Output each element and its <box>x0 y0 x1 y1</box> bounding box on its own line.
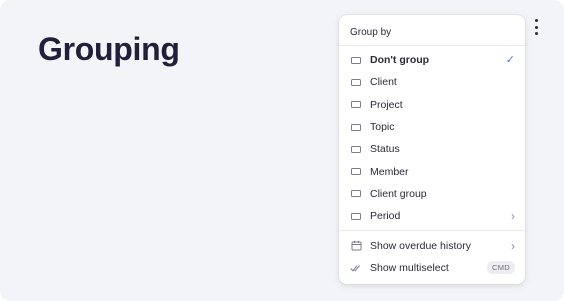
rectangle-icon <box>350 166 362 178</box>
menu-item-label: Project <box>370 98 403 111</box>
page-title: Grouping <box>38 31 180 67</box>
rectangle-icon <box>350 121 362 133</box>
rectangle-icon <box>350 143 362 155</box>
rectangle-icon <box>350 99 362 111</box>
group-by-dropdown-menu: Group by Don't group ✓ Client Project To… <box>339 15 525 284</box>
menu-item-status[interactable]: Status <box>339 138 525 160</box>
menu-header: Group by <box>339 15 525 46</box>
menu-item-label: Client group <box>370 187 427 200</box>
menu-item-client[interactable]: Client <box>339 71 525 93</box>
menu-item-label: Status <box>370 143 400 156</box>
menu-item-member[interactable]: Member <box>339 160 525 182</box>
menu-divider <box>339 230 525 232</box>
checkmark-icon: ✓ <box>505 53 515 66</box>
menu-item-topic[interactable]: Topic <box>339 116 525 138</box>
menu-item-show-multiselect[interactable]: Show multiselect CMD <box>339 257 525 279</box>
menu-item-show-overdue-history[interactable]: Show overdue history › <box>339 234 525 256</box>
menu-item-project[interactable]: Project <box>339 94 525 116</box>
menu-item-label: Client <box>370 76 397 89</box>
chevron-right-icon: › <box>511 238 515 253</box>
menu-item-period[interactable]: Period › <box>339 205 525 227</box>
menu-item-client-group[interactable]: Client group <box>339 183 525 205</box>
chevron-right-icon: › <box>511 209 515 224</box>
rectangle-icon <box>350 76 362 88</box>
menu-item-label: Topic <box>370 121 395 134</box>
double-check-icon <box>350 262 362 274</box>
rectangle-icon <box>350 210 362 222</box>
menu-item-label: Don't group <box>370 54 430 67</box>
rectangle-icon <box>350 54 362 66</box>
menu-item-dont-group[interactable]: Don't group ✓ <box>339 49 525 71</box>
menu-item-label: Period <box>370 210 401 223</box>
more-options-icon[interactable] <box>529 18 543 36</box>
keyboard-shortcut-badge: CMD <box>487 261 515 275</box>
menu-item-label: Show multiselect <box>370 261 449 274</box>
calendar-icon <box>350 240 362 252</box>
menu-item-label: Show overdue history <box>370 239 471 252</box>
menu-item-label: Member <box>370 165 409 178</box>
rectangle-icon <box>350 188 362 200</box>
